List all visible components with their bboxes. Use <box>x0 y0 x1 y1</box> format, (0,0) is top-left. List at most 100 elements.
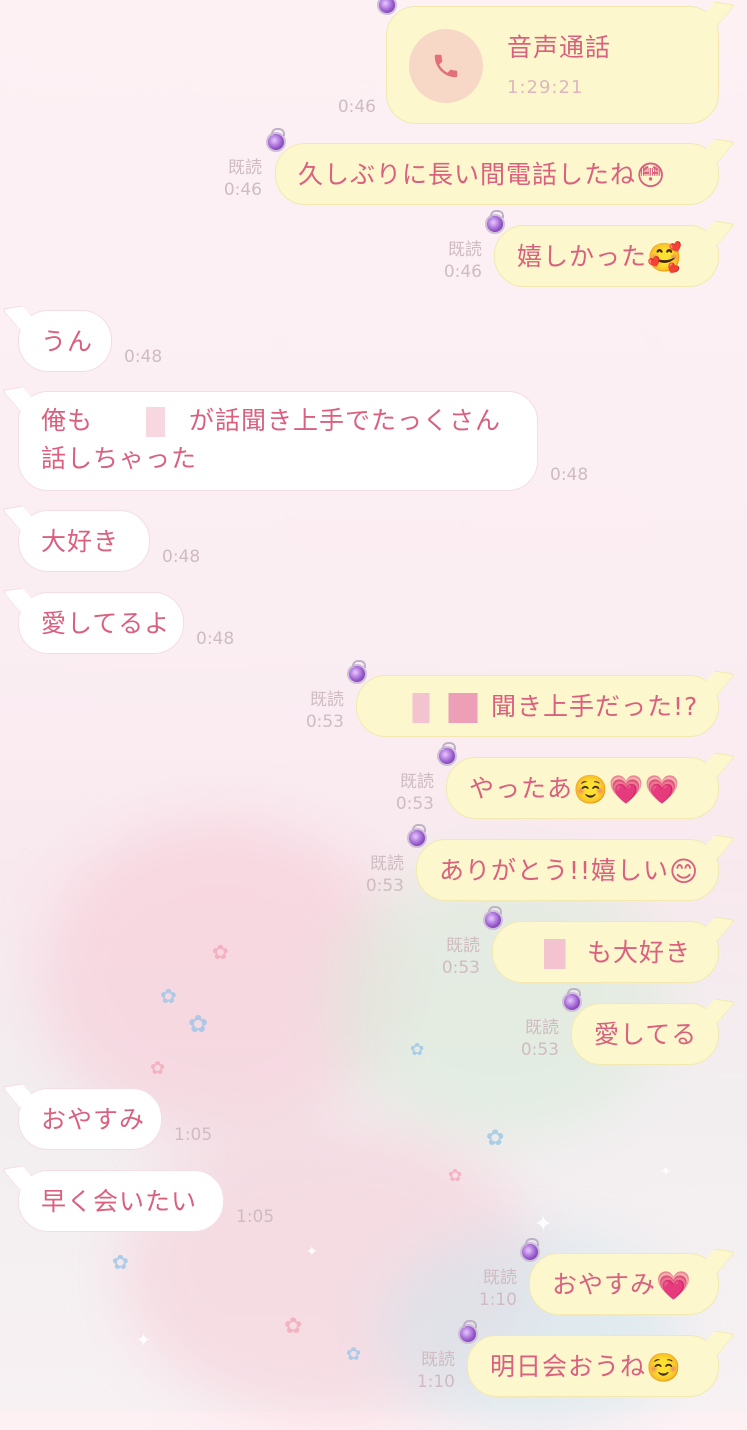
message-time: 0:53 <box>441 958 480 978</box>
message-time: 0:53 <box>520 1040 559 1060</box>
read-label: 既読 <box>525 1018 559 1038</box>
read-receipt: 既読 1:10 <box>455 1267 517 1311</box>
read-label: 既読 <box>370 854 404 874</box>
flower-decoration-icon: ✿ <box>212 940 229 964</box>
message-text: おやすみ <box>41 1105 146 1134</box>
message-time: 1:10 <box>478 1290 517 1310</box>
message-text: おやすみ <box>552 1270 657 1299</box>
message-time: 0:48 <box>124 347 163 367</box>
ring-sticker-icon <box>347 660 367 684</box>
read-receipt: 既読 0:53 <box>372 771 434 815</box>
sparkle-icon: ✦ <box>136 1330 152 1351</box>
flower-decoration-icon: ✿ <box>188 1010 209 1038</box>
phone-icon <box>434 54 458 78</box>
message-time: 0:46 <box>337 97 376 117</box>
redacted-name <box>515 939 587 969</box>
ring-sticker-icon <box>562 988 582 1012</box>
call-icon-circle <box>409 29 483 103</box>
redacted-name <box>93 407 190 437</box>
sent-message[interactable]: おやすみ💗 <box>520 1238 719 1315</box>
sparkle-icon: ✦ <box>660 1164 672 1180</box>
message-text: 嬉しかった <box>517 242 648 271</box>
message-time: 0:53 <box>395 794 434 814</box>
read-label: 既読 <box>310 690 344 710</box>
message-text: ありがとう!!嬉しい <box>439 856 670 885</box>
ring-sticker-icon <box>520 1238 540 1262</box>
message-text: やったあ <box>469 774 574 803</box>
read-label: 既読 <box>483 1268 517 1288</box>
message-text: も大好き <box>587 938 692 967</box>
message-text: 愛してる <box>594 1020 698 1049</box>
received-message[interactable]: 俺も が話聞き上手でたっくさん 話しちゃった <box>18 391 538 491</box>
growing-heart-icon: 💗 <box>656 1269 692 1302</box>
voice-call-bubble[interactable]: 音声通話 1:29:21 <box>377 0 719 124</box>
read-receipt: 既読 0:53 <box>282 689 344 733</box>
message-text: うん <box>41 327 94 356</box>
smiling-face-icon: ☺️ <box>646 1351 682 1384</box>
sent-message[interactable]: やったあ☺️💗💗 <box>437 742 719 819</box>
background-blob <box>330 860 670 1140</box>
read-receipt: 既読 1:10 <box>393 1349 455 1393</box>
received-message[interactable]: おやすみ <box>18 1088 162 1150</box>
message-text: 聞き上手だった!? <box>491 692 699 721</box>
ring-sticker-icon <box>458 1320 478 1344</box>
sent-message[interactable]: 聞き上手だった!? <box>347 660 719 737</box>
message-time: 0:48 <box>550 465 589 485</box>
flower-decoration-icon: ✿ <box>284 1314 303 1339</box>
received-message[interactable]: 愛してるよ <box>18 592 184 654</box>
sent-message[interactable]: 久しぶりに長い間電話したね😳 <box>266 128 719 205</box>
message-text: 大好き <box>41 527 120 556</box>
message-text: 明日会おうね <box>490 1352 647 1381</box>
flushed-face-icon: 😳 <box>636 159 667 192</box>
smiling-face-with-hearts-icon: 🥰 <box>647 241 683 274</box>
message-time: 1:05 <box>174 1125 213 1145</box>
smiling-face-icon: ☺️ <box>573 773 609 806</box>
read-label: 既読 <box>228 158 262 178</box>
read-receipt: 既読 0:53 <box>418 935 480 979</box>
message-text-pre: 俺も <box>41 406 94 435</box>
message-time: 0:53 <box>305 712 344 732</box>
smiling-face-with-smiling-eyes-icon: 😊 <box>669 855 700 888</box>
read-label: 既読 <box>400 772 434 792</box>
call-title: 音声通話 <box>507 33 612 62</box>
flower-decoration-icon: ✿ <box>160 984 177 1008</box>
flower-decoration-icon: ✿ <box>112 1250 129 1274</box>
message-text: 愛してるよ <box>41 609 171 638</box>
flower-decoration-icon: ✿ <box>486 1126 505 1151</box>
received-message[interactable]: 早く会いたい <box>18 1170 224 1232</box>
read-receipt: 既読 0:53 <box>497 1017 559 1061</box>
received-message[interactable]: 大好き <box>18 510 150 572</box>
ring-sticker-icon <box>266 128 286 152</box>
message-text: 早く会いたい <box>41 1187 198 1216</box>
ring-sticker-icon <box>407 824 427 848</box>
message-time: 1:10 <box>416 1372 455 1392</box>
read-label: 既読 <box>421 1350 455 1370</box>
message-time: 0:53 <box>365 876 404 896</box>
ring-sticker-icon <box>485 210 505 234</box>
growing-heart-icon: 💗💗 <box>608 773 681 806</box>
sent-message[interactable]: も大好き <box>483 906 719 983</box>
message-text: 久しぶりに長い間電話したね <box>298 160 637 189</box>
flower-decoration-icon: ✿ <box>448 1166 463 1186</box>
read-receipt: 既読 0:46 <box>200 157 262 201</box>
message-time: 0:48 <box>162 547 201 567</box>
read-label: 既読 <box>448 240 482 260</box>
sent-message[interactable]: 嬉しかった🥰 <box>485 210 719 287</box>
read-receipt: 既読 0:53 <box>342 853 404 897</box>
message-time: 0:46 <box>223 180 262 200</box>
sparkle-icon: ✦ <box>306 1244 318 1260</box>
sent-message[interactable]: 明日会おうね☺️ <box>458 1320 719 1397</box>
ring-sticker-icon <box>377 0 397 15</box>
ring-sticker-icon <box>483 906 503 930</box>
sparkle-icon: ✦ <box>534 1212 553 1237</box>
sent-message[interactable]: 愛してる <box>562 988 719 1065</box>
redacted-name <box>379 693 491 723</box>
message-text-line2: 話しちゃった <box>41 444 198 473</box>
sent-message[interactable]: ありがとう!!嬉しい😊 <box>407 824 719 901</box>
read-label: 既読 <box>446 936 480 956</box>
received-message[interactable]: うん <box>18 310 112 372</box>
flower-decoration-icon: ✿ <box>410 1040 425 1060</box>
message-time: 0:48 <box>196 629 235 649</box>
message-text-post: が話聞き上手でたっくさん <box>189 406 502 435</box>
call-duration: 1:29:21 <box>507 77 584 98</box>
